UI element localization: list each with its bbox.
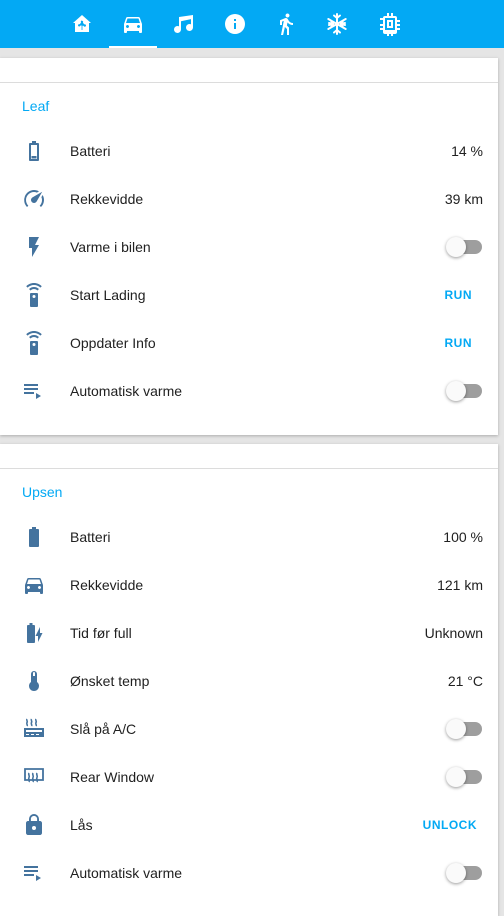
start-lading-run-button[interactable]: RUN [445,271,473,319]
card-divider [0,82,498,83]
tab-system[interactable] [366,0,414,48]
entity-label: Lås [70,817,93,833]
entity-value: 100 % [443,529,483,545]
entity-row-start-lading: Start Lading RUN [0,271,498,319]
remote-icon [22,331,46,355]
entity-label: Rekkevidde [70,577,144,593]
tab-motion[interactable] [262,0,310,48]
entity-label: Automatisk varme [70,865,183,881]
toggle-knob [446,767,466,787]
tab-car[interactable] [109,0,157,48]
battery-icon [22,139,46,163]
chip-icon [380,13,400,36]
entity-row-automatisk-varme: Automatisk varme [0,367,498,415]
battery-full-icon [22,525,46,549]
entity-label: Batteri [70,143,111,159]
entity-label: Rear Window [70,769,155,785]
entity-row-oppdater-info: Oppdater Info RUN [0,319,498,367]
home-assistant-icon [73,15,91,32]
sla-pa-ac-toggle[interactable] [446,719,482,739]
las-unlock-button[interactable]: UNLOCK [423,801,477,849]
varme-i-bilen-toggle[interactable] [446,237,482,257]
entity-label: Batteri [70,529,111,545]
speedometer-icon [22,187,46,211]
entity-value: 121 km [437,577,483,593]
lock-icon [22,813,46,837]
oppdater-info-run-button[interactable]: RUN [445,319,473,367]
entity-label: Start Lading [70,287,146,303]
entity-value: 21 °C [447,673,483,689]
entity-row-onsket-temp[interactable]: Ønsket temp 21 °C [0,657,498,705]
tab-info[interactable] [211,0,259,48]
thermometer-icon [22,669,46,693]
entity-value: Unknown [424,625,483,641]
card-title-leaf: Leaf [22,98,50,114]
card-title-upsen: Upsen [22,484,63,500]
playlist-play-icon [22,379,46,403]
entity-row-rear-window: Rear Window [0,753,498,801]
entity-label: Ønsket temp [70,673,150,689]
automatisk-varme-toggle[interactable] [446,381,482,401]
entity-label: Oppdater Info [70,335,156,351]
tab-climate[interactable] [313,0,361,48]
rear-defrost-icon [22,765,46,789]
snowflake-icon [327,13,347,35]
running-person-icon [280,13,293,35]
air-conditioner-icon [22,717,46,741]
toggle-knob [446,863,466,883]
info-icon [225,14,245,34]
entity-row-automatisk-varme: Automatisk varme [0,849,498,897]
car-icon [22,573,46,597]
playlist-play-icon [22,861,46,885]
remote-icon [22,283,46,307]
entity-label: Varme i bilen [70,239,151,255]
entity-label: Rekkevidde [70,191,144,207]
rear-window-toggle[interactable] [446,767,482,787]
entity-row-rekkevidde[interactable]: Rekkevidde 39 km [0,175,498,223]
automatisk-varme-toggle[interactable] [446,863,482,883]
car-icon [124,17,142,33]
entity-value: 14 % [451,143,483,159]
entity-label: Slå på A/C [70,721,137,737]
entity-label: Automatisk varme [70,383,183,399]
toggle-knob [446,719,466,739]
entity-row-rekkevidde[interactable]: Rekkevidde 121 km [0,561,498,609]
entity-row-sla-pa-ac: Slå på A/C [0,705,498,753]
entity-value: 39 km [444,191,483,207]
toggle-knob [446,381,466,401]
entity-label: Tid før full [70,625,132,641]
tab-home[interactable] [58,0,106,48]
card-divider [0,468,498,469]
entity-row-varme-i-bilen: Varme i bilen [0,223,498,271]
music-note-icon [174,15,193,33]
entity-row-tid-for-full[interactable]: Tid før full Unknown [0,609,498,657]
tab-music[interactable] [160,0,208,48]
upsen-card: Upsen Batteri 100 % Rekkevidde 121 km Ti… [0,444,498,916]
toggle-knob [446,237,466,257]
top-tab-bar [0,0,504,48]
entity-row-batteri[interactable]: Batteri 14 % [0,127,498,175]
entity-row-batteri[interactable]: Batteri 100 % [0,513,498,561]
battery-charging-icon [22,621,46,645]
flash-icon [22,235,46,259]
leaf-card: Leaf Batteri 14 % Rekkevidde 39 km Varme… [0,58,498,435]
entity-row-las: Lås UNLOCK [0,801,498,849]
